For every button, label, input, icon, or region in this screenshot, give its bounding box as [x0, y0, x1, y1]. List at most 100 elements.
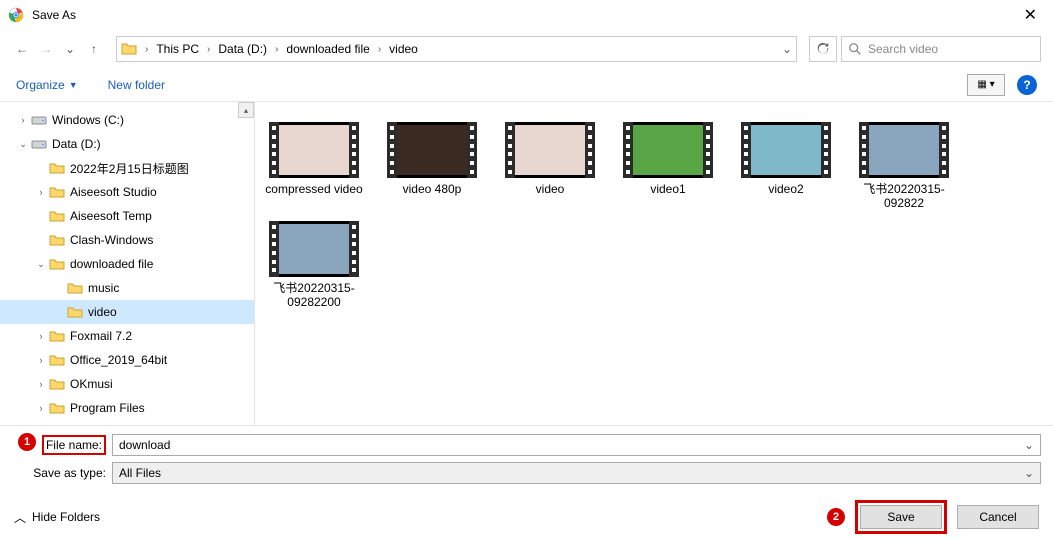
tree-item[interactable]: ›Office_2019_64bit — [0, 348, 254, 372]
address-dropdown[interactable]: ⌄ — [782, 42, 792, 56]
video-thumbnail — [269, 122, 359, 178]
drive-icon — [30, 111, 48, 129]
save-as-type-label: Save as type: — [12, 466, 112, 480]
up-button[interactable]: ↑ — [84, 39, 104, 59]
tree-item[interactable]: video — [0, 300, 254, 324]
tree-item-label: Aiseesoft Studio — [70, 185, 157, 199]
tree-item-label: Aiseesoft Temp — [70, 209, 152, 223]
search-placeholder: Search video — [868, 42, 938, 56]
save-button-highlight: Save — [855, 500, 947, 534]
toolbar: Organize▼ New folder ▦ ▾ ? — [0, 68, 1053, 102]
file-item[interactable]: video1 — [619, 122, 717, 211]
folder-icon — [48, 183, 66, 201]
video-thumbnail — [387, 122, 477, 178]
chevron-down-icon[interactable]: ⌄ — [34, 259, 48, 270]
chevron-right-icon[interactable]: › — [273, 44, 280, 55]
chevron-right-icon[interactable]: › — [34, 187, 48, 197]
drive-icon — [30, 135, 48, 153]
annotation-badge-2: 2 — [827, 508, 845, 526]
cancel-button[interactable]: Cancel — [957, 505, 1039, 529]
tree-item[interactable]: ›OKmusi — [0, 372, 254, 396]
save-as-type-select[interactable]: All Files — [112, 462, 1041, 484]
file-name-input[interactable]: download — [112, 434, 1041, 456]
file-item[interactable]: video — [501, 122, 599, 211]
organize-menu[interactable]: Organize▼ — [16, 78, 78, 92]
tree-item[interactable]: ⌄ Data (D:) — [0, 132, 254, 156]
tree-item[interactable]: Aiseesoft Temp — [0, 204, 254, 228]
folder-icon — [121, 41, 137, 57]
file-grid[interactable]: compressed video video 480p video video1 vid… — [255, 102, 1053, 425]
file-item-label: video2 — [768, 182, 803, 196]
folder-icon — [48, 399, 66, 417]
chevron-up-icon: ︿ — [14, 509, 26, 526]
tree-item-label: Windows (C:) — [52, 113, 124, 127]
video-thumbnail — [741, 122, 831, 178]
file-item-label: 飞书20220315-09282200 — [265, 281, 363, 310]
view-options-button[interactable]: ▦ ▾ — [967, 74, 1005, 96]
close-button[interactable]: ✕ — [1016, 1, 1045, 29]
scroll-up-button[interactable]: ▴ — [238, 102, 254, 118]
tree-item-label: video — [88, 305, 117, 319]
search-input[interactable]: Search video — [841, 36, 1041, 62]
main-area: ▴ › Windows (C:) ⌄ Data (D:) 2022年2月15日标题图 › A… — [0, 102, 1053, 425]
tree-item[interactable]: ›Foxmail 7.2 — [0, 324, 254, 348]
tree-item[interactable]: Clash-Windows — [0, 228, 254, 252]
file-item-label: 飞书20220315-092822 — [855, 182, 953, 211]
hide-folders-toggle[interactable]: ︿ Hide Folders — [14, 509, 100, 526]
file-item[interactable]: compressed video — [265, 122, 363, 211]
breadcrumb-item[interactable]: downloaded file — [282, 40, 373, 58]
folder-icon — [66, 303, 84, 321]
new-folder-button[interactable]: New folder — [108, 78, 165, 92]
folder-icon — [48, 351, 66, 369]
chevron-right-icon[interactable]: › — [376, 44, 383, 55]
chevron-right-icon[interactable]: › — [16, 115, 30, 125]
folder-icon — [48, 159, 66, 177]
breadcrumb-item[interactable]: Data (D:) — [214, 40, 271, 58]
file-item-label: video 480p — [403, 182, 462, 196]
title-bar: Save As ✕ — [0, 0, 1053, 30]
folder-icon — [48, 255, 66, 273]
video-thumbnail — [505, 122, 595, 178]
file-item[interactable]: 飞书20220315-092822 — [855, 122, 953, 211]
chevron-right-icon[interactable]: › — [34, 331, 48, 341]
tree-item[interactable]: ⌄ downloaded file — [0, 252, 254, 276]
chevron-right-icon[interactable]: › — [205, 44, 212, 55]
chevron-right-icon[interactable]: › — [34, 403, 48, 413]
tree-item-label: Program Files — [70, 401, 145, 415]
tree-item-label: Clash-Windows — [70, 233, 153, 247]
breadcrumb-item[interactable]: This PC — [152, 40, 203, 58]
file-item-label: compressed video — [265, 182, 362, 196]
tree-item[interactable]: › Aiseesoft Studio — [0, 180, 254, 204]
chrome-icon — [8, 7, 24, 23]
folder-icon — [66, 279, 84, 297]
chevron-right-icon[interactable]: › — [34, 355, 48, 365]
folder-tree[interactable]: ▴ › Windows (C:) ⌄ Data (D:) 2022年2月15日标题图 › A… — [0, 102, 255, 425]
address-bar[interactable]: › This PC › Data (D:) › downloaded file … — [116, 36, 797, 62]
save-button[interactable]: Save — [860, 505, 942, 529]
breadcrumb-item[interactable]: video — [385, 40, 422, 58]
filename-fields: 1 File name: download Save as type: All … — [0, 425, 1053, 494]
tree-item-label: Data (D:) — [52, 137, 101, 151]
breadcrumb: › This PC › Data (D:) › downloaded file … — [143, 40, 778, 58]
tree-item[interactable]: music — [0, 276, 254, 300]
file-item[interactable]: video2 — [737, 122, 835, 211]
file-item[interactable]: video 480p — [383, 122, 481, 211]
back-button[interactable]: ← — [12, 39, 32, 59]
file-item[interactable]: 飞书20220315-09282200 — [265, 221, 363, 310]
chevron-right-icon[interactable]: › — [143, 44, 150, 55]
chevron-down-icon[interactable]: ⌄ — [16, 139, 30, 150]
chevron-right-icon[interactable]: › — [34, 379, 48, 389]
folder-icon — [48, 231, 66, 249]
recent-dropdown[interactable]: ⌄ — [60, 39, 80, 59]
refresh-button[interactable] — [809, 36, 837, 62]
folder-icon — [48, 207, 66, 225]
video-thumbnail — [269, 221, 359, 277]
tree-item-label: downloaded file — [70, 257, 153, 271]
file-item-label: video1 — [650, 182, 685, 196]
tree-item[interactable]: 2022年2月15日标题图 — [0, 156, 254, 180]
help-button[interactable]: ? — [1017, 75, 1037, 95]
tree-item[interactable]: › Windows (C:) — [0, 108, 254, 132]
action-bar: ︿ Hide Folders 2 Save Cancel — [0, 494, 1053, 540]
forward-button: → — [36, 39, 56, 59]
tree-item[interactable]: › Program Files — [0, 396, 254, 420]
